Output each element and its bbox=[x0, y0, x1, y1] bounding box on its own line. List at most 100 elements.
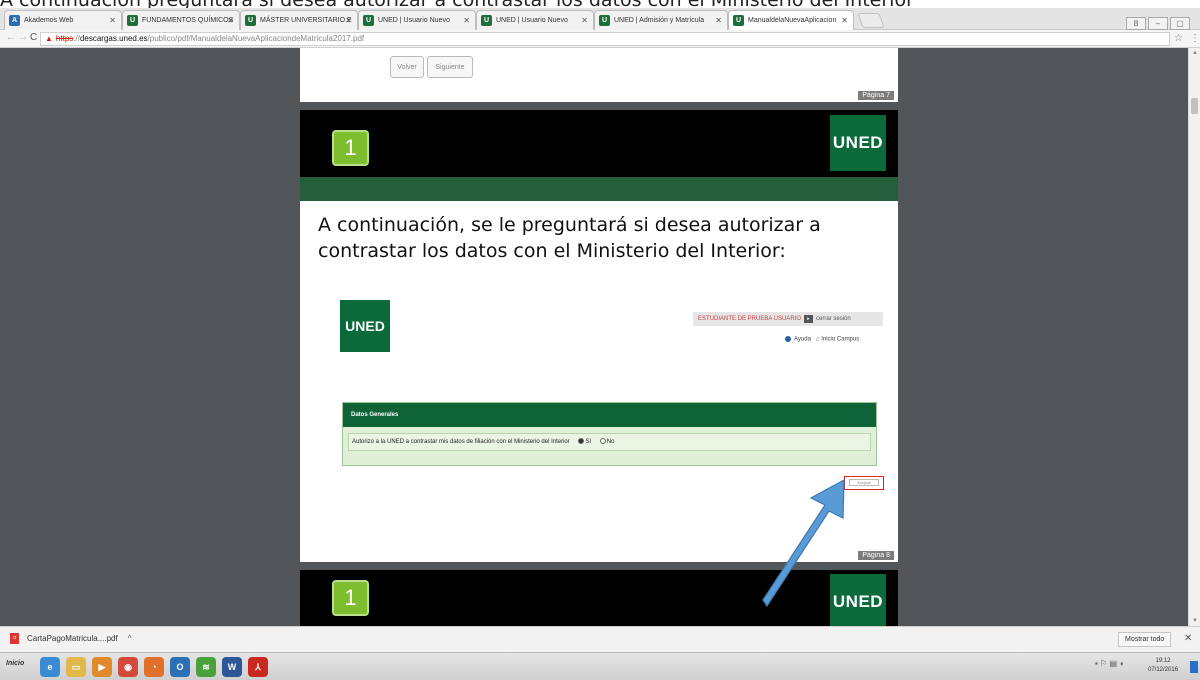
url-separator: :// bbox=[73, 34, 80, 43]
scroll-down-icon[interactable]: ▼ bbox=[1192, 618, 1198, 624]
siguiente-button: Siguiente bbox=[427, 56, 473, 78]
acrobat-icon[interactable]: ⅄ bbox=[248, 657, 268, 677]
pdf-page-8: 1 UNED A continuación, se le preguntará … bbox=[300, 110, 898, 562]
forward-icon[interactable]: → bbox=[18, 32, 28, 43]
close-tab-icon[interactable]: ✕ bbox=[345, 16, 352, 25]
close-icon[interactable]: ✕ bbox=[1184, 633, 1192, 644]
uned-logo: UNED bbox=[830, 574, 886, 626]
uned-favicon-icon: U bbox=[245, 15, 256, 26]
clock-time: 19:12 bbox=[1155, 658, 1171, 664]
tab-akademos[interactable]: A Akademos Web ✕ bbox=[4, 10, 122, 30]
panel-title: Datos Generales bbox=[343, 403, 876, 427]
radio-no bbox=[599, 438, 606, 445]
media-player-icon[interactable]: ▶ bbox=[92, 657, 112, 677]
ie-icon[interactable]: e bbox=[40, 657, 60, 677]
volver-button: Volver bbox=[390, 56, 424, 78]
close-tab-icon[interactable]: ✕ bbox=[581, 16, 588, 25]
slide-heading: A continuación, se le preguntará si dese… bbox=[318, 214, 821, 262]
browser-menu-icon[interactable]: ⋮ bbox=[1190, 33, 1200, 44]
network-app-icon[interactable]: ≋ bbox=[196, 657, 216, 677]
new-tab-button[interactable] bbox=[857, 13, 885, 28]
download-filename: CartaPagoMatricula....pdf bbox=[27, 634, 118, 643]
url-host: descargas.uned.es bbox=[79, 34, 148, 43]
taskbar-clock[interactable]: 19:12 07/12/2016 bbox=[1148, 657, 1178, 675]
page-number: Página 8 bbox=[858, 551, 894, 560]
radio-yes-label: Sí bbox=[585, 439, 592, 445]
address-bar[interactable]: ▲ https://descargas.uned.es/publico/pdf/M… bbox=[40, 32, 1170, 46]
pdf-file-icon: ⊐ bbox=[10, 633, 19, 644]
windows-taskbar: Inicio e ▭ ▶ ◉ ◔ O ≋ W ⅄ ▪ ⚐ ▤ ◖ 19:12 0… bbox=[0, 652, 1200, 680]
slide-green-band bbox=[300, 177, 898, 201]
show-all-button[interactable]: Mostrar todo bbox=[1118, 632, 1172, 647]
tab-label: MÁSTER UNIVERSITARIO E bbox=[260, 17, 352, 24]
close-tab-icon[interactable]: ✕ bbox=[715, 16, 722, 25]
campus-link: Inicio Campus bbox=[821, 336, 860, 343]
logout-link: cerrar sesión bbox=[816, 316, 851, 322]
help-link: Ayuda bbox=[794, 336, 811, 343]
tab-fundamentos[interactable]: U FUNDAMENTOS QUÍMICOS ✕ bbox=[122, 10, 240, 30]
authorization-question: Autorizo a la UNED a contrastar mis dato… bbox=[352, 439, 570, 445]
chevron-up-icon[interactable]: ^ bbox=[128, 634, 132, 643]
pdf-page-9: 1 UNED bbox=[300, 570, 898, 626]
close-tab-icon[interactable]: ✕ bbox=[227, 16, 234, 25]
home-icon: ⌂ bbox=[815, 336, 820, 343]
slide-header bbox=[300, 110, 898, 177]
scroll-up-icon[interactable]: ▲ bbox=[1192, 50, 1198, 56]
uned-logo: UNED bbox=[830, 115, 886, 171]
tab-label: ManualdelaNuevaAplicacion bbox=[748, 17, 837, 24]
downloads-bar: ⊐ CartaPagoMatricula....pdf ^ Mostrar to… bbox=[0, 626, 1200, 652]
close-tab-icon[interactable]: ✕ bbox=[463, 16, 470, 25]
tab-usuario-nuevo-2[interactable]: U UNED | Usuario Nuevo ✕ bbox=[476, 10, 594, 30]
close-tab-icon[interactable]: ✕ bbox=[109, 16, 116, 25]
user-bar: ESTUDIANTE DE PRUEBA USUARIO ▸ cerrar se… bbox=[693, 312, 883, 326]
datos-generales-panel: Datos Generales Autorizo a la UNED a con… bbox=[342, 402, 877, 466]
start-button[interactable]: Inicio bbox=[6, 660, 24, 667]
logout-icon: ▸ bbox=[804, 315, 814, 323]
scrollbar-thumb[interactable] bbox=[1191, 98, 1198, 114]
user-profile-icon[interactable]: 8 bbox=[1126, 17, 1146, 30]
radio-yes bbox=[578, 438, 585, 445]
minimize-icon[interactable]: – bbox=[1148, 17, 1168, 30]
tab-label: UNED | Admisión y Matrícula bbox=[614, 17, 705, 24]
uned-logo-screenshot: UNED bbox=[340, 300, 390, 352]
user-name: ESTUDIANTE DE PRUEBA USUARIO bbox=[698, 316, 802, 322]
back-icon[interactable]: ← bbox=[6, 32, 16, 43]
bookmark-star-icon[interactable]: ☆ bbox=[1174, 33, 1183, 44]
uned-favicon-icon: U bbox=[127, 15, 138, 26]
reload-icon[interactable]: C bbox=[30, 32, 37, 43]
step-number-badge: 1 bbox=[332, 130, 369, 166]
authorization-row: Autorizo a la UNED a contrastar mis dato… bbox=[348, 433, 871, 451]
tab-label: UNED | Usuario Nuevo bbox=[378, 17, 450, 24]
folder-icon[interactable]: ▭ bbox=[66, 657, 86, 677]
tab-master[interactable]: U MÁSTER UNIVERSITARIO E ✕ bbox=[240, 10, 358, 30]
tab-manual-pdf[interactable]: U ManualdelaNuevaAplicacion ✕ bbox=[728, 10, 854, 30]
restore-icon[interactable]: ▢ bbox=[1170, 17, 1190, 30]
pdf-page-7: Volver Siguiente Página 7 bbox=[300, 48, 898, 102]
aceptar-button: Aceptar bbox=[849, 479, 879, 486]
show-desktop-button[interactable] bbox=[1190, 661, 1198, 673]
tab-usuario-nuevo-1[interactable]: U UNED | Usuario Nuevo ✕ bbox=[358, 10, 476, 30]
tab-label: Akademos Web bbox=[24, 17, 74, 24]
akademos-favicon-icon: A bbox=[9, 15, 20, 26]
tab-label: FUNDAMENTOS QUÍMICOS bbox=[142, 17, 234, 24]
system-tray-icons[interactable]: ▪ ⚐ ▤ ◖ bbox=[1095, 659, 1124, 668]
url-protocol: https bbox=[55, 34, 74, 43]
tab-admision[interactable]: U UNED | Admisión y Matrícula ✕ bbox=[594, 10, 728, 30]
top-links: Ayuda ⌂ Inicio Campus bbox=[785, 336, 859, 343]
page-number: Página 7 bbox=[858, 91, 894, 100]
close-tab-icon[interactable]: ✕ bbox=[841, 16, 848, 25]
download-item[interactable]: ⊐ CartaPagoMatricula....pdf ^ bbox=[10, 633, 131, 644]
firefox-icon[interactable]: ◔ bbox=[144, 657, 164, 677]
help-icon bbox=[785, 336, 791, 342]
insecure-warning-icon: ▲ bbox=[45, 34, 53, 43]
vertical-scrollbar[interactable]: ▲ ▼ bbox=[1188, 48, 1200, 626]
outlook-icon[interactable]: O bbox=[170, 657, 190, 677]
uned-favicon-icon: U bbox=[599, 15, 610, 26]
step-number-badge: 1 bbox=[332, 580, 369, 616]
radio-no-label: No bbox=[606, 439, 615, 445]
word-icon[interactable]: W bbox=[222, 657, 242, 677]
uned-favicon-icon: U bbox=[733, 15, 744, 26]
chrome-icon[interactable]: ◉ bbox=[118, 657, 138, 677]
uned-favicon-icon: U bbox=[363, 15, 374, 26]
clock-date: 07/12/2016 bbox=[1148, 667, 1179, 673]
